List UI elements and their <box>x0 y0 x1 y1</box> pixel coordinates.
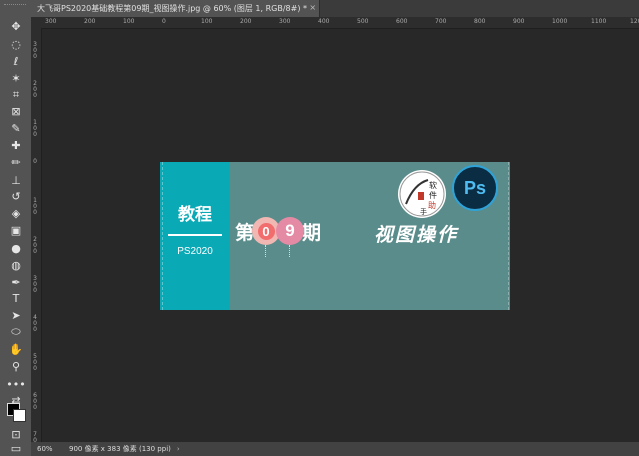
more-tools-icon[interactable]: ••• <box>6 376 26 392</box>
ruler-tick-label: 900 <box>513 18 525 25</box>
ruler-tick-label: 200 <box>240 18 252 25</box>
ps-logo-text: Ps <box>463 177 487 198</box>
ruler-tick-label: 700 <box>435 18 447 25</box>
episode-digit-1: 0 <box>257 222 275 240</box>
ruler-tick-label: 4 0 0 <box>33 314 37 333</box>
svg-text:件: 件 <box>429 190 437 200</box>
history-brush-icon[interactable]: ↺ <box>6 188 26 204</box>
balloon-string <box>265 245 267 257</box>
ruler-tick-label: 300 <box>45 18 57 25</box>
brush-icon[interactable]: ✏ <box>6 154 26 170</box>
ruler-tick-label: 7 0 0 <box>33 431 37 443</box>
gradient-icon[interactable]: ▣ <box>6 222 26 238</box>
ruler-tick-label: 3 0 0 <box>33 275 37 294</box>
helper-logo-icon: 软 件 助 手 <box>399 171 445 217</box>
teal-side-panel: 教程 PS2020 <box>160 162 230 310</box>
photoshop-logo: Ps <box>452 165 498 211</box>
document-info: 900 像素 x 383 像素 (130 ppi) <box>69 445 171 453</box>
ruler-tick-label: 1100 <box>591 18 607 25</box>
horizontal-ruler[interactable]: 300 200 100 0 100 200 300 400 500 600 700 800 900 100… <box>41 17 639 29</box>
shape-icon[interactable]: ⬭ <box>6 324 26 340</box>
document-tab-bar: 大飞哥PS2020基础教程第09期_视图操作.jpg @ 60% (图层 1, … <box>31 0 639 17</box>
svg-text:手: 手 <box>420 207 427 216</box>
magic-wand-icon[interactable]: ✶ <box>6 70 26 86</box>
zoom-level[interactable]: 60% <box>31 445 63 453</box>
clone-stamp-icon[interactable]: ⊥ <box>6 172 26 188</box>
eraser-icon[interactable]: ◈ <box>6 205 26 221</box>
software-helper-logo: 软 件 助 手 <box>398 170 446 218</box>
status-bar: 60% 900 像素 x 383 像素 (130 ppi) › <box>31 442 639 456</box>
episode-digit-2: 9 <box>285 221 295 240</box>
ruler-tick-label: 2 0 0 <box>33 236 37 255</box>
move-icon[interactable]: ✥ <box>6 18 26 34</box>
ruler-tick-label: 2 0 0 <box>33 80 37 99</box>
toolbar-grip[interactable] <box>4 4 26 9</box>
frame-icon[interactable]: ⊠ <box>6 103 26 119</box>
svg-text:助: 助 <box>428 200 436 210</box>
lasso-icon[interactable]: ℓ <box>6 53 26 69</box>
ruler-tick-label: 5 0 0 <box>33 353 37 372</box>
subtitle: 视图操作 <box>374 224 459 246</box>
guide-line <box>508 162 509 310</box>
hand-icon[interactable]: ✋ <box>6 341 26 357</box>
document-tab[interactable]: 大飞哥PS2020基础教程第09期_视图操作.jpg @ 60% (图层 1, … <box>31 0 321 17</box>
dodge-icon[interactable]: ◍ <box>6 257 26 273</box>
ruler-tick-label: 500 <box>357 18 369 25</box>
background-color-swatch[interactable] <box>13 409 26 422</box>
ruler-tick-label: 800 <box>474 18 486 25</box>
ruler-tick-label: 1000 <box>552 18 568 25</box>
document-tab-title: 大飞哥PS2020基础教程第09期_视图操作.jpg @ 60% (图层 1, … <box>37 4 308 13</box>
ruler-tick-label: 100 <box>123 18 135 25</box>
ruler-tick-label: 300 <box>279 18 291 25</box>
tab-close-icon[interactable]: × <box>309 3 316 12</box>
version-label: PS2020 <box>177 246 213 257</box>
ruler-tick-label: 200 <box>84 18 96 25</box>
document-canvas[interactable]: 教程 PS2020 第 0 9 期 视图操作 软 件 助 手 Ps <box>160 162 510 310</box>
episode-title: 第 0 9 期 <box>235 217 322 257</box>
balloon-string <box>289 245 291 257</box>
ruler-tick-label: 1 0 0 <box>33 119 37 138</box>
episode-suffix: 期 <box>302 221 322 244</box>
ruler-tick-label: 600 <box>396 18 408 25</box>
ruler-tick-label: 3 0 0 <box>33 41 37 60</box>
divider <box>168 234 222 236</box>
balloon-digit-9: 9 <box>276 217 305 257</box>
crop-icon[interactable]: ⌗ <box>6 87 26 103</box>
screen-mode-icon[interactable]: ▭ <box>6 440 26 456</box>
guide-line <box>162 162 163 310</box>
zoom-icon[interactable]: ⚲ <box>6 358 26 374</box>
ruler-origin[interactable] <box>31 17 41 28</box>
blur-icon[interactable]: ● <box>6 240 26 256</box>
pen-icon[interactable]: ✒ <box>6 274 26 290</box>
ruler-tick-label: 0 <box>33 158 37 165</box>
marquee-icon[interactable]: ◌ <box>6 36 26 52</box>
ruler-tick-label: 6 0 0 <box>33 392 37 411</box>
healing-brush-icon[interactable]: ✚ <box>6 137 26 153</box>
tools-panel: ✥ ◌ ℓ ✶ ⌗ ⊠ ✎ ✚ ✏ ⊥ ↺ ◈ ▣ ● ◍ ✒ T ➤ ⬭ ✋ ⚲ ••• ⇄ ⊡ ▭ <box>0 0 32 456</box>
tutorial-label: 教程 <box>178 205 212 225</box>
svg-text:软: 软 <box>429 180 437 190</box>
vertical-ruler[interactable]: 3 0 0 2 0 0 1 0 0 0 1 0 0 2 0 0 3 0 0 4 0 0 5 0 … <box>31 28 42 442</box>
eyedropper-icon[interactable]: ✎ <box>6 120 26 136</box>
ruler-tick-label: 1 0 0 <box>33 197 37 216</box>
ruler-tick-label: 1200 <box>630 18 639 25</box>
ruler-tick-label: 0 <box>162 18 166 25</box>
ruler-tick-label: 400 <box>318 18 330 25</box>
path-selection-icon[interactable]: ➤ <box>6 307 26 323</box>
type-icon[interactable]: T <box>6 290 26 306</box>
ruler-tick-label: 100 <box>201 18 213 25</box>
chevron-right-icon[interactable]: › <box>177 445 180 453</box>
